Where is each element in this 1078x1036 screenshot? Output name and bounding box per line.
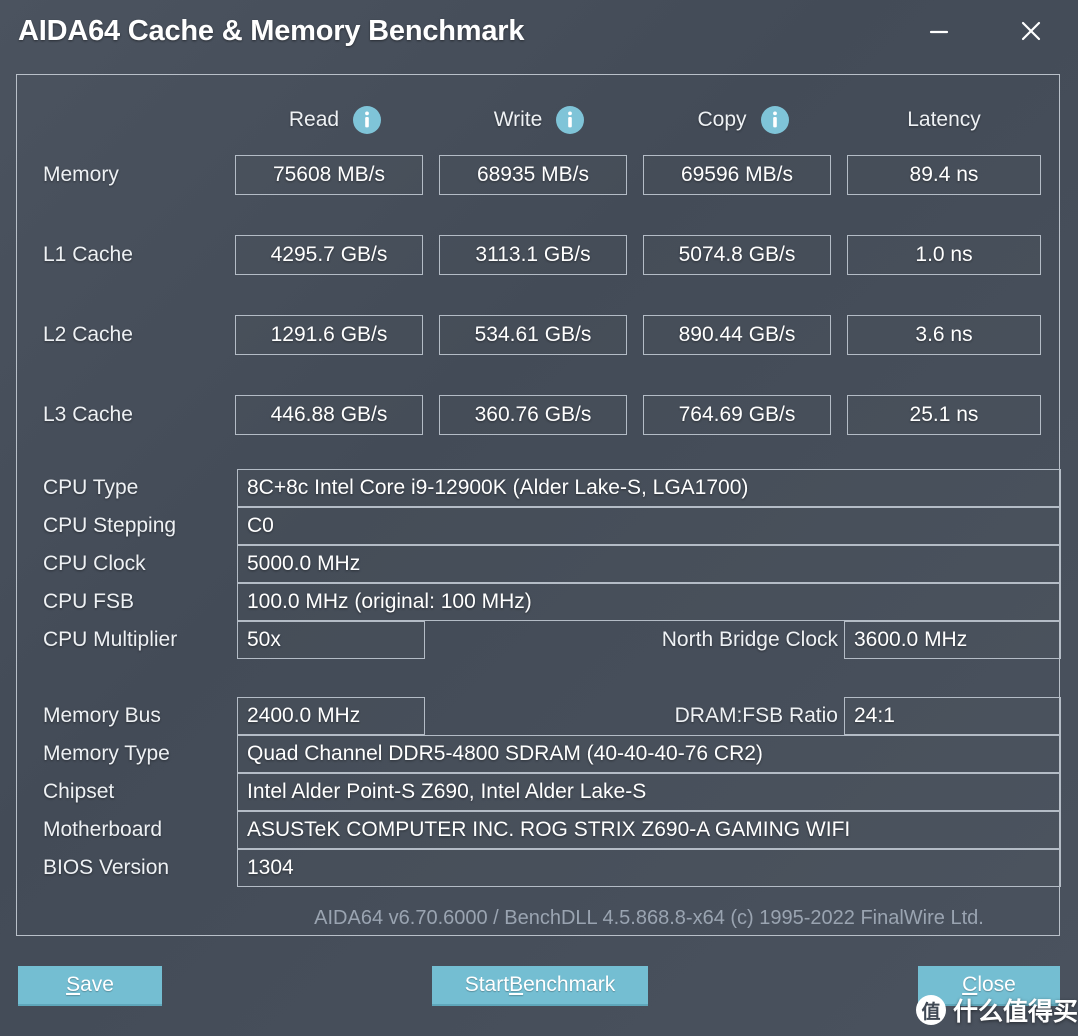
save-button-suffix: ave bbox=[80, 973, 114, 996]
north-bridge-clock-label: North Bridge Clock bbox=[661, 628, 838, 651]
bench-l2-latency: 3.6 ns bbox=[847, 315, 1041, 355]
window-title: AIDA64 Cache & Memory Benchmark bbox=[18, 15, 525, 47]
cpu-type-label: CPU Type bbox=[43, 476, 139, 499]
main-panel: Read Write Copy Latency Memory 75608 MB/… bbox=[16, 74, 1061, 936]
north-bridge-clock-value: 3600.0 MHz bbox=[844, 621, 1061, 659]
bench-row-label-l2: L2 Cache bbox=[43, 323, 133, 346]
memory-type-row: Memory Type Quad Channel DDR5-4800 SDRAM… bbox=[17, 735, 1061, 773]
bench-memory-latency: 89.4 ns bbox=[847, 155, 1041, 195]
bench-l1-copy: 5074.8 GB/s bbox=[643, 235, 831, 275]
version-note: AIDA64 v6.70.6000 / BenchDLL 4.5.868.8-x… bbox=[314, 906, 984, 929]
bench-l1-write: 3113.1 GB/s bbox=[439, 235, 627, 275]
bench-memory-read: 75608 MB/s bbox=[235, 155, 423, 195]
close-icon bbox=[1017, 17, 1045, 45]
cpu-clock-row: CPU Clock 5000.0 MHz bbox=[17, 545, 1061, 583]
motherboard-value: ASUSTeK COMPUTER INC. ROG STRIX Z690-A G… bbox=[237, 811, 1061, 849]
chipset-row: Chipset Intel Alder Point-S Z690, Intel … bbox=[17, 773, 1061, 811]
bench-memory-write: 68935 MB/s bbox=[439, 155, 627, 195]
cpu-multiplier-label: CPU Multiplier bbox=[43, 628, 178, 651]
save-button-accel: S bbox=[66, 973, 81, 996]
bench-l3-latency: 25.1 ns bbox=[847, 395, 1041, 435]
start-button-prefix: Start bbox=[464, 973, 510, 996]
bench-l2-write: 534.61 GB/s bbox=[439, 315, 627, 355]
column-header-write-label: Write bbox=[493, 108, 543, 131]
motherboard-row: Motherboard ASUSTeK COMPUTER INC. ROG ST… bbox=[17, 811, 1061, 849]
cpu-fsb-row: CPU FSB 100.0 MHz (original: 100 MHz) bbox=[17, 583, 1061, 621]
chipset-label: Chipset bbox=[43, 780, 115, 803]
bench-l3-write: 360.76 GB/s bbox=[439, 395, 627, 435]
motherboard-label: Motherboard bbox=[43, 818, 163, 841]
close-window-button[interactable] bbox=[1008, 8, 1054, 54]
cpu-multiplier-value: 50x bbox=[237, 621, 425, 659]
memory-bus-row: Memory Bus 2400.0 MHz DRAM:FSB Ratio 24:… bbox=[17, 697, 1061, 735]
dram-fsb-ratio-value: 24:1 bbox=[844, 697, 1061, 735]
cpu-stepping-row: CPU Stepping C0 bbox=[17, 507, 1061, 545]
save-button[interactable]: Save bbox=[18, 966, 162, 1006]
column-header-write: Write bbox=[439, 103, 639, 137]
column-header-read-label: Read bbox=[288, 108, 340, 131]
bench-l2-read: 1291.6 GB/s bbox=[235, 315, 423, 355]
close-button-accel: C bbox=[962, 973, 978, 996]
bench-l2-copy: 890.44 GB/s bbox=[643, 315, 831, 355]
close-dialog-button[interactable]: Close bbox=[918, 966, 1060, 1006]
column-header-read: Read bbox=[235, 103, 435, 137]
start-button-suffix: enchmark bbox=[523, 973, 616, 996]
bios-version-label: BIOS Version bbox=[43, 856, 170, 879]
cpu-info-table: CPU Type 8C+8c Intel Core i9-12900K (Ald… bbox=[17, 469, 1061, 659]
copy-info-icon[interactable] bbox=[760, 106, 789, 134]
start-benchmark-button[interactable]: Start Benchmark bbox=[432, 966, 648, 1006]
bench-l3-copy: 764.69 GB/s bbox=[643, 395, 831, 435]
start-button-accel: B bbox=[509, 973, 524, 996]
bios-version-value: 1304 bbox=[237, 849, 1061, 887]
column-header-latency: Latency bbox=[847, 103, 1041, 137]
title-bar: AIDA64 Cache & Memory Benchmark bbox=[0, 0, 1078, 66]
write-info-icon[interactable] bbox=[556, 106, 585, 134]
bios-version-row: BIOS Version 1304 bbox=[17, 849, 1061, 887]
cpu-type-row: CPU Type 8C+8c Intel Core i9-12900K (Ald… bbox=[17, 469, 1061, 507]
system-info-table: Memory Bus 2400.0 MHz DRAM:FSB Ratio 24:… bbox=[17, 697, 1061, 887]
minimize-icon bbox=[926, 18, 952, 44]
bench-l1-latency: 1.0 ns bbox=[847, 235, 1041, 275]
minimize-button[interactable] bbox=[916, 8, 962, 54]
memory-bus-value: 2400.0 MHz bbox=[237, 697, 425, 735]
cpu-fsb-value: 100.0 MHz (original: 100 MHz) bbox=[237, 583, 1061, 621]
memory-type-label: Memory Type bbox=[43, 742, 170, 765]
column-header-copy-label: Copy bbox=[697, 108, 747, 131]
read-info-icon[interactable] bbox=[353, 106, 382, 134]
bench-memory-copy: 69596 MB/s bbox=[643, 155, 831, 195]
bench-l1-read: 4295.7 GB/s bbox=[235, 235, 423, 275]
chipset-value: Intel Alder Point-S Z690, Intel Alder La… bbox=[237, 773, 1061, 811]
bench-row-label-l3: L3 Cache bbox=[43, 403, 133, 426]
cpu-clock-label: CPU Clock bbox=[43, 552, 146, 575]
column-header-copy: Copy bbox=[643, 103, 843, 137]
bench-row-label-l1: L1 Cache bbox=[43, 243, 133, 266]
cpu-stepping-value: C0 bbox=[237, 507, 1061, 545]
cpu-fsb-label: CPU FSB bbox=[43, 590, 135, 613]
dram-fsb-ratio-label: DRAM:FSB Ratio bbox=[674, 704, 838, 727]
bench-row-label-memory: Memory bbox=[43, 163, 119, 186]
cpu-multiplier-row: CPU Multiplier 50x North Bridge Clock 36… bbox=[17, 621, 1061, 659]
column-header-latency-label: Latency bbox=[907, 108, 981, 131]
cpu-type-value: 8C+8c Intel Core i9-12900K (Alder Lake-S… bbox=[237, 469, 1061, 507]
memory-type-value: Quad Channel DDR5-4800 SDRAM (40-40-40-7… bbox=[237, 735, 1061, 773]
memory-bus-label: Memory Bus bbox=[43, 704, 161, 727]
bench-l3-read: 446.88 GB/s bbox=[235, 395, 423, 435]
cpu-clock-value: 5000.0 MHz bbox=[237, 545, 1061, 583]
close-button-suffix: lose bbox=[977, 973, 1016, 996]
cpu-stepping-label: CPU Stepping bbox=[43, 514, 177, 537]
